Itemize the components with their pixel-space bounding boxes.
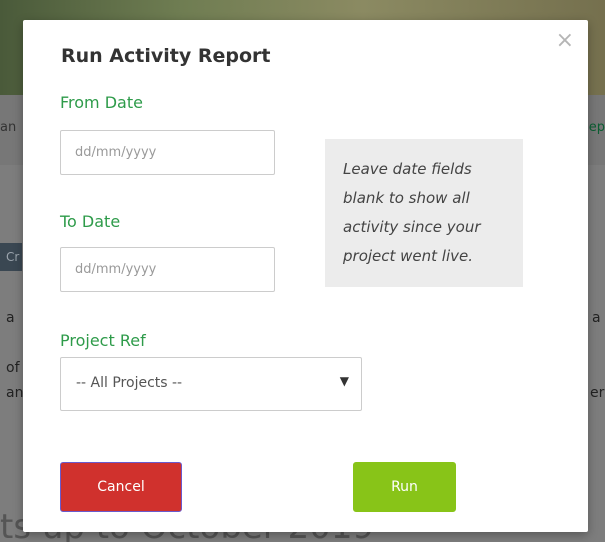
- to-date-label: To Date: [60, 212, 121, 231]
- cancel-button[interactable]: Cancel: [60, 462, 182, 512]
- background-nav-left-text: an: [0, 120, 17, 135]
- close-icon[interactable]: ×: [556, 30, 574, 52]
- date-hint-text: Leave date fields blank to show all acti…: [325, 139, 523, 287]
- background-chip: Cr: [0, 243, 22, 271]
- project-ref-select[interactable]: -- All Projects -- ▼: [60, 357, 362, 411]
- background-nav-right-text: ep: [588, 120, 605, 135]
- background-text-1: a: [6, 310, 15, 326]
- background-text-2: a: [592, 310, 601, 326]
- modal-title: Run Activity Report: [61, 45, 271, 67]
- chevron-down-icon: ▼: [339, 374, 349, 388]
- from-date-label: From Date: [60, 93, 143, 112]
- project-ref-label: Project Ref: [60, 331, 146, 350]
- to-date-input[interactable]: [60, 247, 275, 292]
- from-date-input[interactable]: [60, 130, 275, 175]
- background-text-4: an: [6, 385, 24, 401]
- run-activity-report-modal: × Run Activity Report From Date To Date …: [23, 20, 588, 532]
- background-text-3: of: [6, 360, 20, 376]
- run-button[interactable]: Run: [353, 462, 456, 512]
- page: an ep Cr a a of an er ts up to October 2…: [0, 0, 605, 542]
- background-text-5: er: [590, 385, 605, 401]
- project-ref-selected-value: -- All Projects --: [76, 375, 183, 391]
